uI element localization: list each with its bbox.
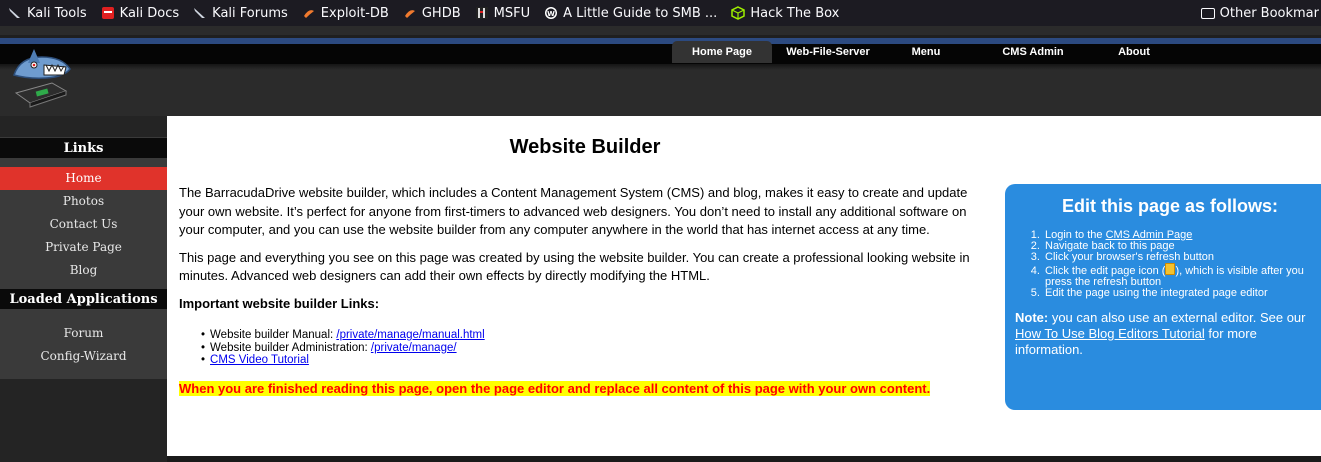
notice-paragraph: When you are finished reading this page,…	[179, 380, 989, 399]
editor-note: Note: you can also use an external edito…	[1015, 310, 1306, 357]
sidebar-apps: Forum Config-Wizard	[0, 310, 167, 379]
list-item: Website builder Administration: /private…	[210, 342, 989, 355]
kali-dragon-icon	[193, 6, 207, 20]
hackthebox-icon	[731, 6, 746, 20]
manual-link[interactable]: /private/manage/manual.html	[336, 329, 484, 341]
instructions-list: Login to the CMS Admin Page Navigate bac…	[1043, 230, 1321, 299]
edit-instructions-box: Edit this page as follows: Login to the …	[1005, 184, 1321, 410]
sidebar-item-contact-us[interactable]: Contact Us	[0, 213, 167, 236]
blog-editors-tutorial-link[interactable]: How To Use Blog Editors Tutorial	[1015, 326, 1205, 341]
sidebar-item-photos[interactable]: Photos	[0, 190, 167, 213]
sidebar-item-private-page[interactable]: Private Page	[0, 236, 167, 259]
other-bookmarks[interactable]: Other Bookmar	[1200, 0, 1321, 26]
instruction-step: Click the edit page icon (), which is vi…	[1043, 263, 1321, 288]
sidebar-links: Home Photos Contact Us Private Page Blog	[0, 159, 167, 288]
instruction-step: Edit the page using the integrated page …	[1043, 288, 1321, 299]
admin-link[interactable]: /private/manage/	[371, 342, 457, 354]
nav-web-file-server[interactable]: Web-File-Server	[772, 41, 884, 63]
description-paragraph: This page and everything you see on this…	[179, 249, 970, 284]
svg-text:W: W	[547, 10, 555, 18]
sidebar-links-heading: Links	[0, 137, 167, 159]
msfu-icon	[475, 6, 489, 20]
video-tutorial-link[interactable]: CMS Video Tutorial	[210, 354, 309, 366]
intro-paragraph: The BarracudaDrive website builder, whic…	[179, 185, 968, 237]
list-item: Website builder Manual: /private/manage/…	[210, 329, 989, 342]
bookmark-msfu[interactable]: MSFU	[475, 6, 530, 21]
nav-cms-admin[interactable]: CMS Admin	[968, 41, 1098, 63]
folder-icon	[1200, 7, 1215, 19]
wordpress-icon: W	[544, 6, 558, 20]
bookmark-kali-docs[interactable]: Kali Docs	[101, 6, 179, 21]
nav-menu[interactable]: Menu	[884, 41, 968, 63]
kali-dragon-icon	[8, 6, 22, 20]
bookmark-ghdb[interactable]: GHDB	[403, 6, 461, 21]
edit-page-icon	[1165, 263, 1176, 275]
bookmark-smb-guide[interactable]: W A Little Guide to SMB ...	[544, 6, 717, 21]
bookmark-exploit-db[interactable]: Exploit-DB	[302, 6, 389, 21]
bookmark-kali-tools[interactable]: Kali Tools	[8, 6, 87, 21]
sidebar-item-config-wizard[interactable]: Config-Wizard	[0, 345, 167, 368]
ghdb-icon	[403, 6, 417, 20]
article: The BarracudaDrive website builder, whic…	[179, 184, 989, 407]
exploitdb-icon	[302, 6, 316, 20]
notice-text: When you are finished reading this page,…	[179, 380, 931, 396]
sidebar-item-home[interactable]: Home	[0, 167, 167, 190]
sidebar-apps-heading: Loaded Applications	[0, 288, 167, 310]
nav-about[interactable]: About	[1098, 41, 1170, 63]
main-content: Website Builder The BarracudaDrive websi…	[167, 116, 1321, 456]
bookmark-hack-the-box[interactable]: Hack The Box	[731, 6, 839, 21]
sidebar: Links Home Photos Contact Us Private Pag…	[0, 116, 167, 462]
bookmarks-bar: Kali Tools Kali Docs Kali Forums Exploit…	[0, 0, 1321, 26]
links-heading: Important website builder Links:	[179, 295, 380, 311]
instructions-heading: Edit this page as follows:	[1061, 196, 1279, 216]
instruction-step: Click your browser's refresh button	[1043, 252, 1321, 263]
nav-home-page[interactable]: Home Page	[672, 41, 772, 63]
page-title: Website Builder	[509, 136, 661, 158]
links-list: Website builder Manual: /private/manage/…	[210, 329, 989, 367]
top-navigation: Home Page Web-File-Server Menu CMS Admin…	[672, 41, 1170, 63]
bookmark-kali-forums[interactable]: Kali Forums	[193, 6, 288, 21]
barracuda-logo	[13, 49, 71, 108]
sidebar-item-forum[interactable]: Forum	[0, 322, 167, 345]
sidebar-item-blog[interactable]: Blog	[0, 259, 167, 282]
kali-docs-icon	[101, 6, 115, 20]
list-item: CMS Video Tutorial	[210, 354, 989, 367]
site-header: Home Page Web-File-Server Menu CMS Admin…	[0, 26, 1321, 116]
